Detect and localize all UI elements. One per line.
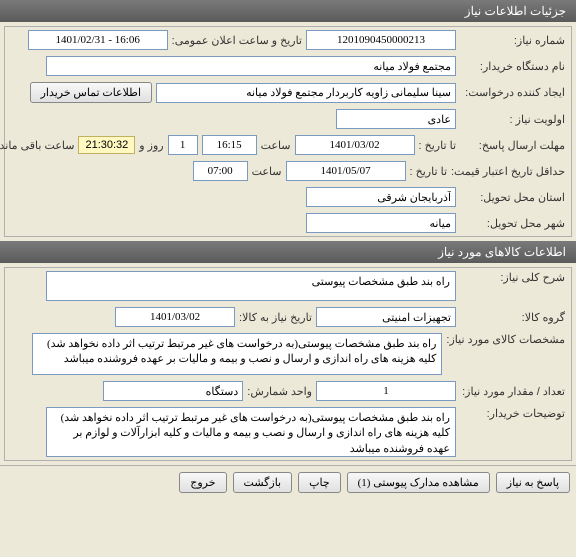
section-header-need-info: جزئیات اطلاعات نیاز: [0, 0, 576, 22]
priority-input[interactable]: [336, 109, 456, 129]
print-button[interactable]: چاپ: [298, 472, 341, 493]
validity-time-input[interactable]: [193, 161, 248, 181]
priority-label: اولویت نیاز :: [460, 113, 565, 126]
exit-button[interactable]: خروج: [179, 472, 226, 493]
unit-label: واحد شمارش:: [247, 385, 312, 398]
back-button[interactable]: بازگشت: [233, 472, 293, 493]
deadline-time-input[interactable]: [202, 135, 257, 155]
validity-label: حداقل تاریخ اعتبار قیمت:: [451, 165, 565, 178]
validity-time-label: ساعت: [252, 165, 282, 178]
group-input[interactable]: [316, 307, 456, 327]
deadline-time-label: ساعت: [261, 139, 291, 152]
footer-toolbar: پاسخ به نیاز مشاهده مدارک پیوستی (1) چاپ…: [0, 465, 576, 499]
reply-button[interactable]: پاسخ به نیاز: [496, 472, 570, 493]
deadline-date-input[interactable]: [295, 135, 415, 155]
buyer-notes-input[interactable]: [46, 407, 456, 457]
buyer-contact-button[interactable]: اطلاعات تماس خریدار: [30, 82, 152, 103]
days-count-input[interactable]: [168, 135, 198, 155]
remaining-label: ساعت باقی مانده: [0, 139, 74, 152]
announce-label: تاریخ و ساعت اعلان عمومی:: [172, 34, 302, 47]
validity-date-input[interactable]: [286, 161, 406, 181]
qty-input[interactable]: [316, 381, 456, 401]
attachments-button[interactable]: مشاهده مدارک پیوستی (1): [347, 472, 490, 493]
qty-label: تعداد / مقدار مورد نیاز:: [460, 385, 565, 398]
general-desc-input[interactable]: [46, 271, 456, 301]
item-desc-label: مشخصات کالای مورد نیاز:: [446, 333, 565, 346]
group-label: گروه کالا:: [460, 311, 565, 324]
deadline-label: مهلت ارسال پاسخ:: [460, 139, 565, 152]
creator-label: ایجاد کننده درخواست:: [460, 86, 565, 99]
remaining-time-badge: 21:30:32: [78, 136, 135, 154]
city-label: شهر محل تحویل:: [460, 217, 565, 230]
announce-date-input[interactable]: [28, 30, 168, 50]
need-number-label: شماره نیاز:: [460, 34, 565, 47]
goods-section-title: اطلاعات کالاهای مورد نیاز: [438, 245, 566, 259]
buyer-label: نام دستگاه خریدار:: [460, 60, 565, 73]
province-label: استان محل تحویل:: [460, 191, 565, 204]
section-title: جزئیات اطلاعات نیاز: [465, 4, 566, 18]
need-date-input[interactable]: [115, 307, 235, 327]
province-input[interactable]: [306, 187, 456, 207]
creator-input[interactable]: [156, 83, 456, 103]
buyer-input[interactable]: [46, 56, 456, 76]
general-desc-label: شرح کلی نیاز:: [460, 271, 565, 284]
need-info-section: شماره نیاز: تاریخ و ساعت اعلان عمومی: نا…: [4, 26, 572, 237]
validity-to-date-label: تا تاریخ :: [410, 165, 447, 178]
buyer-notes-label: توضیحات خریدار:: [460, 407, 565, 420]
days-and-label: روز و: [139, 139, 163, 152]
need-date-label: تاریخ نیاز به کالا:: [239, 311, 312, 324]
unit-input[interactable]: [103, 381, 243, 401]
need-number-input[interactable]: [306, 30, 456, 50]
goods-info-section: شرح کلی نیاز: گروه کالا: تاریخ نیاز به ک…: [4, 267, 572, 461]
section-header-goods-info: اطلاعات کالاهای مورد نیاز: [0, 241, 576, 263]
city-input[interactable]: [306, 213, 456, 233]
item-desc-input[interactable]: [32, 333, 442, 375]
to-date-label: تا تاریخ :: [419, 139, 456, 152]
